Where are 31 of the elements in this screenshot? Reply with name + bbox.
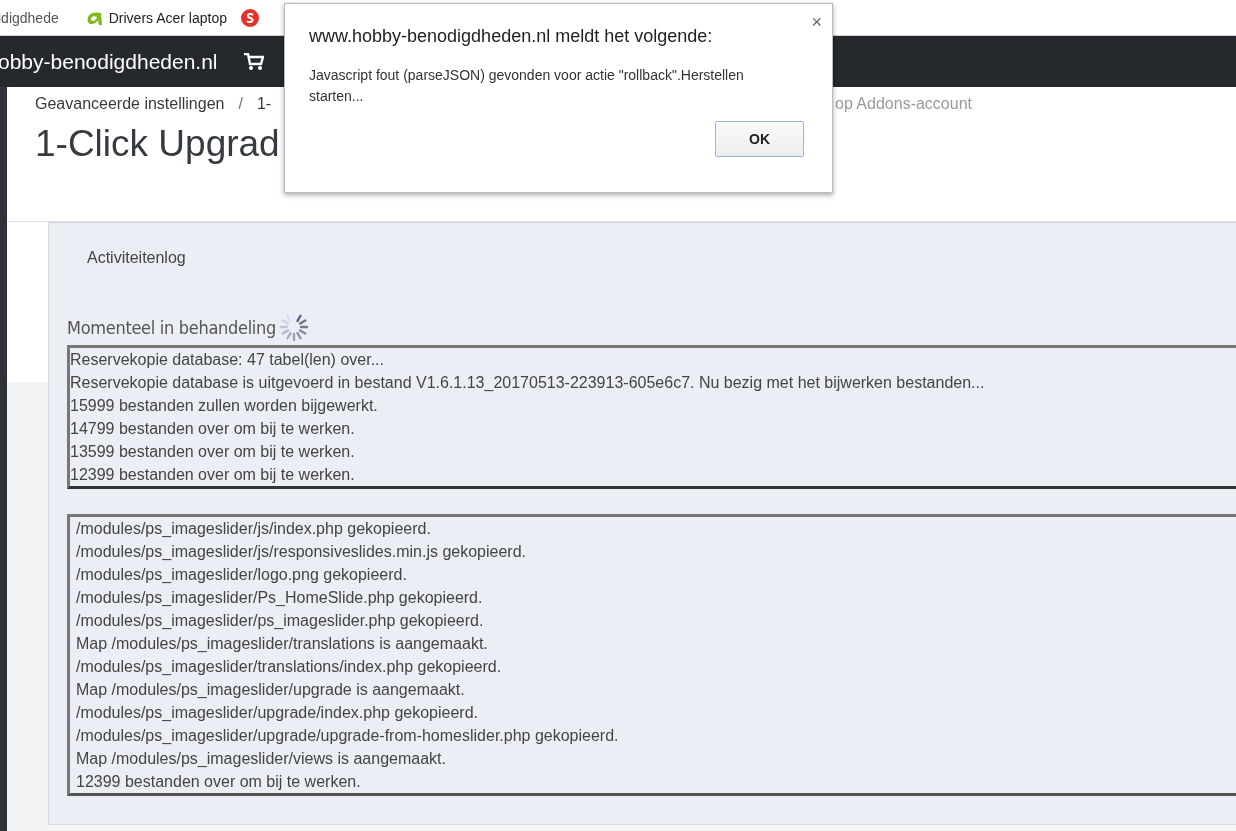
log-line: Map /modules/ps_imageslider/translations is aangemaakt. (76, 634, 489, 654)
log-line: 12399 bestanden over om bij te werken. (70, 465, 356, 485)
log-line: Map /modules/ps_imageslider/views is aangemaakt. (76, 749, 447, 769)
s-badge-icon (241, 8, 259, 27)
page-title: 1-Click Upgrad (35, 123, 280, 165)
breadcrumb-link[interactable]: 1- (256, 95, 272, 113)
dialog-title: www.hobby-benodigdheden.nl meldt het volgende: (309, 26, 714, 47)
section-title: Momenteel in behandeling (67, 316, 277, 338)
close-button[interactable]: × (811, 12, 822, 33)
log-line: /modules/ps_imageslider/logo.png gekopieerd. (76, 565, 408, 585)
log-line: /modules/ps_imageslider/upgrade/upgrade-from-homeslider.php gekopieerd. (76, 726, 620, 746)
log-line: 15999 bestanden zullen worden bijgewerkt. (70, 396, 379, 416)
log-line: Map /modules/ps_imageslider/upgrade is aangemaakt. (76, 680, 466, 700)
log-line: /modules/ps_imageslider/js/index.php gekopieerd. (76, 519, 432, 539)
log-line: 14799 bestanden over om bij te werken. (70, 419, 356, 439)
breadcrumb-separator: / (238, 95, 243, 113)
ok-button[interactable]: OK (715, 121, 804, 157)
log-line: /modules/ps_imageslider/Ps_HomeSlide.php gekopieerd. (76, 588, 484, 608)
log-line: /modules/ps_imageslider/js/responsiveslides.min.js gekopieerd. (76, 542, 527, 562)
log-line: Reservekopie database: 47 tabel(len) over... (70, 350, 385, 370)
log-line: /modules/ps_imageslider/upgrade/index.php gekopieerd. (76, 703, 480, 723)
log-line: Reservekopie database is uitgevoerd in bestand V1.6.1.13_20170513-223913-605e6c7. Nu bezig met het bijwerken bestanden... (70, 373, 986, 393)
log-line: /modules/ps_imageslider/ps_imageslider.php gekopieerd. (76, 611, 485, 631)
bookmark-link[interactable]: Drivers Acer laptop (108, 9, 227, 26)
breadcrumb-link[interactable]: Geavanceerde instellingen (35, 95, 225, 113)
log-line: 12399 bestanden over om bij te werken. (76, 772, 362, 792)
cart-icon (243, 52, 264, 71)
panel-heading: Activiteitenlog (87, 249, 187, 267)
log-line: /modules/ps_imageslider/translations/index.php gekopieerd. (76, 657, 503, 677)
dialog-message: Javascript fout (parseJSON) gevonden voor actie "rollback".Herstellen starten... (309, 66, 745, 106)
log-line: 13599 bestanden over om bij te werken. (70, 442, 356, 462)
